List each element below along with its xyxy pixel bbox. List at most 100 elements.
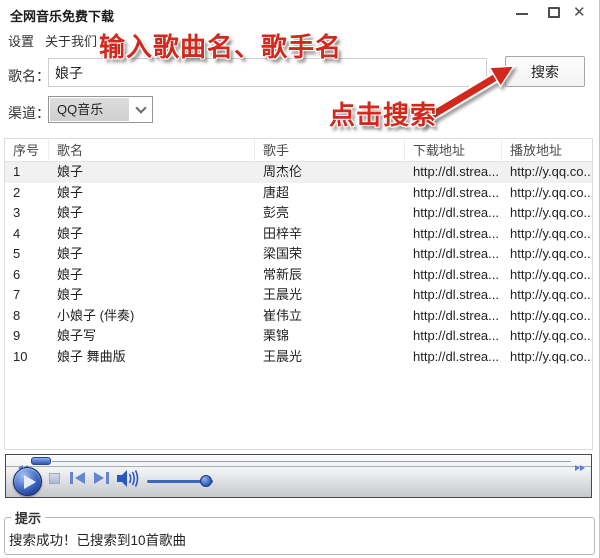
tip-legend: 提示 <box>11 508 45 527</box>
channel-select[interactable]: QQ音乐 <box>48 96 153 123</box>
cell-artist: 栗锦 <box>255 326 405 347</box>
cell-artist: 崔伟立 <box>255 306 405 327</box>
fast-forward-icon[interactable] <box>575 458 585 476</box>
cell-index: 9 <box>5 326 49 347</box>
cell-play: http://y.qq.co... <box>502 244 593 265</box>
cell-download: http://dl.strea... <box>405 306 502 327</box>
next-button[interactable] <box>94 472 110 484</box>
cell-song: 娘子 <box>49 244 255 265</box>
table-row[interactable]: 6 娘子 常新辰 http://dl.strea... http://y.qq.… <box>5 265 592 286</box>
cell-download: http://dl.strea... <box>405 347 502 368</box>
table-row[interactable]: 1 娘子 周杰伦 http://dl.strea... http://y.qq.… <box>5 162 592 183</box>
cell-index: 7 <box>5 285 49 306</box>
speaker-icon[interactable] <box>116 469 140 488</box>
cell-song: 娘子 <box>49 183 255 204</box>
cell-play: http://y.qq.co... <box>502 347 593 368</box>
seek-bar[interactable] <box>6 455 591 467</box>
cell-song: 娘子 <box>49 203 255 224</box>
cell-download: http://dl.strea... <box>405 326 502 347</box>
table-header: 序号 歌名 歌手 下载地址 播放地址 <box>5 139 592 162</box>
cell-song: 娘子 <box>49 162 255 183</box>
cell-download: http://dl.strea... <box>405 265 502 286</box>
cell-download: http://dl.strea... <box>405 162 502 183</box>
close-button[interactable]: ✕ <box>570 4 590 22</box>
cell-play: http://y.qq.co... <box>502 162 593 183</box>
window-title: 全网音乐免费下载 <box>10 6 114 25</box>
annotation-input-hint: 输入歌曲名、歌手名 <box>99 27 342 64</box>
close-icon: ✕ <box>573 5 586 21</box>
media-player-bar <box>5 454 592 498</box>
menu-item-settings[interactable]: 设置 <box>8 31 34 50</box>
results-table: 序号 歌名 歌手 下载地址 播放地址 1 娘子 周杰伦 http://dl.st… <box>4 138 593 450</box>
chevron-down-icon <box>135 102 146 113</box>
stop-button[interactable] <box>49 473 60 484</box>
table-row[interactable]: 5 娘子 梁国荣 http://dl.strea... http://y.qq.… <box>5 244 592 265</box>
cell-song: 娘子 <box>49 224 255 245</box>
search-button[interactable]: 搜索 <box>505 56 585 87</box>
cell-artist: 王晨光 <box>255 347 405 368</box>
cell-song: 娘子 <box>49 265 255 286</box>
cell-index: 3 <box>5 203 49 224</box>
title-bar: 全网音乐免费下载 ✕ <box>0 0 599 26</box>
cell-artist: 唐超 <box>255 183 405 204</box>
cell-artist: 王晨光 <box>255 285 405 306</box>
cell-index: 1 <box>5 162 49 183</box>
cell-song: 娘子 <box>49 285 255 306</box>
tip-group-box: 提示 搜索成功！已搜索到10首歌曲 <box>4 508 595 555</box>
header-index[interactable]: 序号 <box>5 139 49 162</box>
play-icon <box>24 475 36 489</box>
cell-download: http://dl.strea... <box>405 183 502 204</box>
table-row[interactable]: 7 娘子 王晨光 http://dl.strea... http://y.qq.… <box>5 285 592 306</box>
minimize-icon <box>516 13 528 15</box>
cell-play: http://y.qq.co... <box>502 224 593 245</box>
cell-play: http://y.qq.co... <box>502 306 593 327</box>
header-download[interactable]: 下载地址 <box>405 139 502 162</box>
channel-selected-value: QQ音乐 <box>50 98 129 121</box>
channel-label: 渠道： <box>8 103 50 123</box>
table-row[interactable]: 10 娘子 舞曲版 王晨光 http://dl.strea... http://… <box>5 347 592 368</box>
cell-play: http://y.qq.co... <box>502 183 593 204</box>
cell-artist: 田梓辛 <box>255 224 405 245</box>
cell-song: 小娘子 (伴奏) <box>49 306 255 327</box>
cell-artist: 周杰伦 <box>255 162 405 183</box>
minimize-button[interactable] <box>512 4 532 22</box>
app-window: 全网音乐免费下载 ✕ 设置 关于我们 输入歌曲名、歌手名 点击搜索 歌名： 搜索… <box>0 0 600 558</box>
cell-download: http://dl.strea... <box>405 224 502 245</box>
cell-play: http://y.qq.co... <box>502 265 593 286</box>
cell-index: 8 <box>5 306 49 327</box>
header-play[interactable]: 播放地址 <box>502 139 593 162</box>
cell-index: 2 <box>5 183 49 204</box>
menu-item-about[interactable]: 关于我们 <box>45 31 97 50</box>
annotation-click-hint: 点击搜索 <box>329 95 437 132</box>
cell-download: http://dl.strea... <box>405 285 502 306</box>
maximize-icon <box>548 7 560 18</box>
cell-download: http://dl.strea... <box>405 203 502 224</box>
cell-artist: 彭亮 <box>255 203 405 224</box>
table-row[interactable]: 8 小娘子 (伴奏) 崔伟立 http://dl.strea... http:/… <box>5 306 592 327</box>
table-row[interactable]: 3 娘子 彭亮 http://dl.strea... http://y.qq.c… <box>5 203 592 224</box>
table-row[interactable]: 4 娘子 田梓辛 http://dl.strea... http://y.qq.… <box>5 224 592 245</box>
cell-index: 6 <box>5 265 49 286</box>
cell-play: http://y.qq.co... <box>502 326 593 347</box>
cell-download: http://dl.strea... <box>405 244 502 265</box>
cell-play: http://y.qq.co... <box>502 285 593 306</box>
cell-song: 娘子 舞曲版 <box>49 347 255 368</box>
seek-track[interactable] <box>52 461 571 462</box>
table-row[interactable]: 2 娘子 唐超 http://dl.strea... http://y.qq.c… <box>5 183 592 204</box>
table-body: 1 娘子 周杰伦 http://dl.strea... http://y.qq.… <box>5 162 592 367</box>
cell-index: 10 <box>5 347 49 368</box>
cell-artist: 常新辰 <box>255 265 405 286</box>
header-song[interactable]: 歌名 <box>49 139 255 162</box>
volume-knob[interactable] <box>200 475 212 487</box>
play-button[interactable] <box>13 467 42 496</box>
seek-thumb[interactable] <box>31 457 51 465</box>
cell-artist: 梁国荣 <box>255 244 405 265</box>
header-artist[interactable]: 歌手 <box>255 139 405 162</box>
song-name-label: 歌名： <box>8 66 50 86</box>
cell-play: http://y.qq.co... <box>502 203 593 224</box>
maximize-button[interactable] <box>544 4 564 22</box>
cell-index: 4 <box>5 224 49 245</box>
previous-button[interactable] <box>70 472 86 484</box>
table-row[interactable]: 9 娘子写 栗锦 http://dl.strea... http://y.qq.… <box>5 326 592 347</box>
status-message: 搜索成功！已搜索到10首歌曲 <box>5 527 594 549</box>
